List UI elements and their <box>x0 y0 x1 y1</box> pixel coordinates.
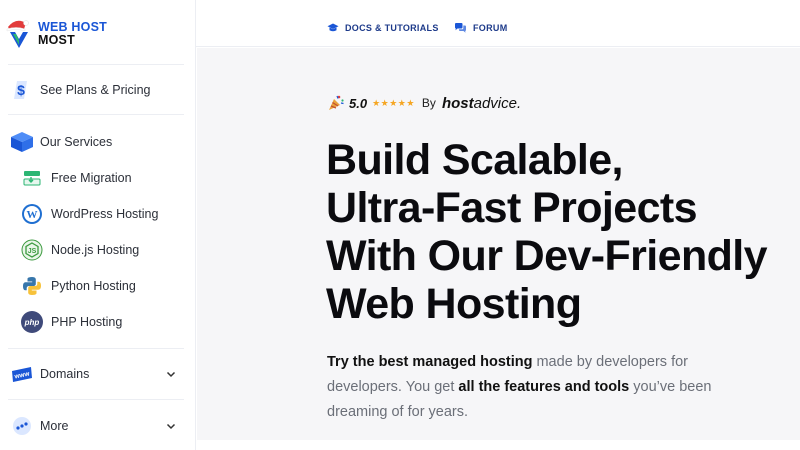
sidebar-item-python-hosting[interactable]: Python Hosting <box>20 271 190 301</box>
cube-icon <box>8 128 36 156</box>
rating-by-label: By <box>421 96 436 110</box>
sidebar-item-label: PHP Hosting <box>51 315 123 329</box>
sidebar-item-wordpress-hosting[interactable]: W WordPress Hosting <box>20 199 190 229</box>
chat-bubbles-icon <box>455 23 466 33</box>
rating-score: 5.0 <box>349 95 368 111</box>
sidebar-item-php-hosting[interactable]: php PHP Hosting <box>20 307 190 337</box>
sidebar-divider <box>8 348 184 349</box>
sidebar-item-plans[interactable]: $ See Plans & Pricing <box>8 75 188 105</box>
sidebar-item-free-migration[interactable]: Free Migration <box>20 163 190 193</box>
sidebar-item-label: Node.js Hosting <box>51 243 140 257</box>
headline-line: Build Scalable, <box>326 136 623 184</box>
sidebar-divider <box>8 64 184 65</box>
rating-badge[interactable]: 5.0 ★★★★★ By hostadvice. <box>327 94 521 112</box>
sidebar-divider <box>8 399 184 400</box>
sidebar-item-more[interactable]: More <box>8 411 188 441</box>
sidebar-item-services[interactable]: Our Services <box>8 127 188 157</box>
svg-text:W: W <box>27 209 38 221</box>
www-globe-icon: www <box>8 360 36 388</box>
sidebar-item-label: More <box>40 419 69 433</box>
brand-bold: host <box>441 94 474 112</box>
more-dots-icon <box>8 412 36 440</box>
headline-line: Ultra-Fast Projects <box>326 184 698 232</box>
chevron-down-icon[interactable] <box>164 419 178 433</box>
sidebar-item-label: Python Hosting <box>51 279 136 293</box>
sidebar: WEB HOST MOST $ See Plans & Pricing Our … <box>0 0 196 450</box>
sidebar-divider <box>8 114 184 115</box>
python-icon <box>20 274 44 298</box>
brand-thin: advice. <box>473 94 522 112</box>
desc-bold-2: all the features and tools <box>458 379 630 395</box>
nodejs-icon: JS <box>20 238 44 262</box>
docs-tutorials-label: DOCS & TUTORIALS <box>345 23 439 33</box>
sidebar-item-nodejs-hosting[interactable]: JS Node.js Hosting <box>20 235 190 265</box>
svg-text:$: $ <box>17 82 25 98</box>
sidebar-item-label: See Plans & Pricing <box>40 83 151 97</box>
chevron-down-icon[interactable] <box>164 367 178 381</box>
sidebar-item-label: Our Services <box>40 135 113 149</box>
hero-description: Try the best managed hosting made by dev… <box>327 350 727 425</box>
logo-icon <box>4 17 34 51</box>
site-logo[interactable]: WEB HOST MOST <box>4 16 107 52</box>
page: WEB HOST MOST $ See Plans & Pricing Our … <box>0 0 800 450</box>
svg-text:php: php <box>24 318 40 327</box>
sidebar-item-label: Domains <box>40 367 90 381</box>
bottom-strip <box>196 440 800 450</box>
wordpress-icon: W <box>20 202 44 226</box>
svg-text:JS: JS <box>28 248 37 255</box>
desc-bold-1: Try the best managed hosting <box>327 354 533 370</box>
hostadvice-logo: hostadvice. <box>442 95 521 112</box>
graduation-cap-icon <box>327 23 339 32</box>
sidebar-item-domains[interactable]: www Domains <box>8 359 188 389</box>
forum-link[interactable]: FORUM <box>454 22 508 34</box>
headline-line: Web Hosting <box>326 280 582 328</box>
migration-icon <box>20 166 44 190</box>
dollar-icon: $ <box>8 76 36 104</box>
party-popper-icon <box>329 95 344 110</box>
forum-label: FORUM <box>473 23 508 33</box>
sidebar-item-label: Free Migration <box>51 171 132 185</box>
top-bar: DOCS & TUTORIALS FORUM <box>196 0 800 47</box>
headline-line: With Our Dev-Friendly <box>326 232 768 280</box>
logo-text-line2: MOST <box>38 33 75 47</box>
hero-headline: Build Scalable, Ultra-Fast Projects With… <box>326 136 800 328</box>
sidebar-item-label: WordPress Hosting <box>51 207 159 221</box>
star-rating-icon: ★★★★★ <box>372 97 415 108</box>
hero-section: 5.0 ★★★★★ By hostadvice. Build Scalable,… <box>197 48 800 440</box>
docs-tutorials-link[interactable]: DOCS & TUTORIALS <box>327 22 439 34</box>
php-icon: php <box>20 310 44 334</box>
